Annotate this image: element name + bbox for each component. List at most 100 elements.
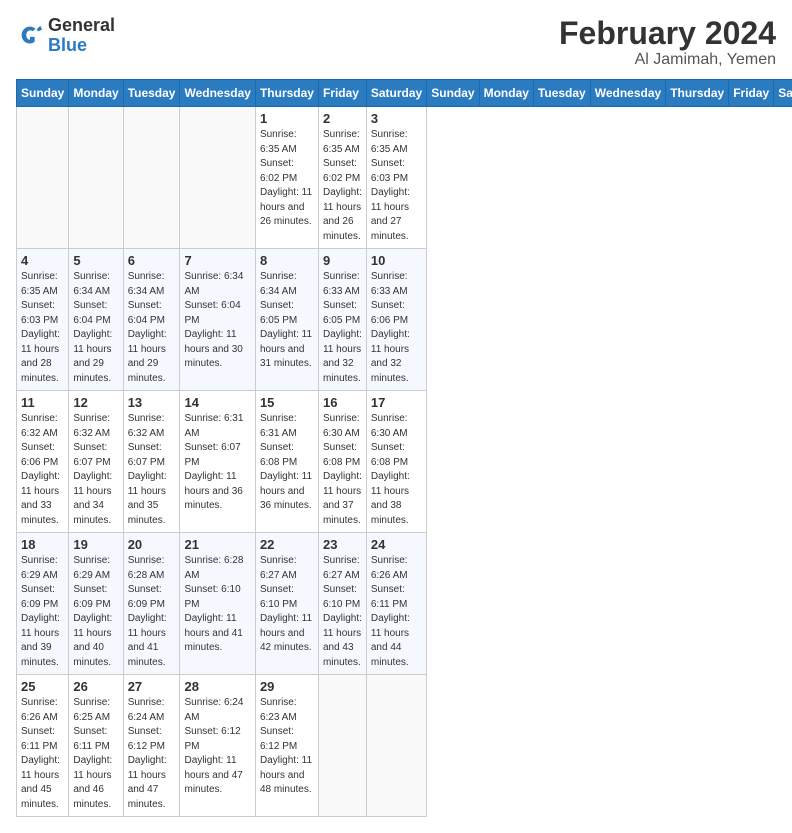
calendar-day-cell: 22Sunrise: 6:27 AM Sunset: 6:10 PM Dayli… [255, 533, 318, 675]
day-number: 29 [260, 679, 314, 694]
day-number: 5 [73, 253, 118, 268]
day-number: 2 [323, 111, 362, 126]
day-number: 17 [371, 395, 422, 410]
day-number: 9 [323, 253, 362, 268]
calendar-day-header: Wednesday [180, 80, 255, 107]
day-info: Sunrise: 6:34 AM Sunset: 6:05 PM Dayligh… [260, 270, 314, 372]
day-info: Sunrise: 6:35 AM Sunset: 6:03 PM Dayligh… [21, 270, 64, 386]
calendar-day-cell: 15 Sunrise: 6:31 AM Sunset: 6:08 PM Dayli… [255, 391, 318, 533]
calendar-day-header: Tuesday [123, 80, 180, 107]
calendar-day-header: Monday [69, 80, 123, 107]
day-number: 18 [21, 537, 64, 552]
calendar-day-header: Saturday [366, 80, 426, 107]
logo: General Blue [16, 16, 115, 56]
calendar-day-cell: 19Sunrise: 6:29 AM Sunset: 6:09 PM Dayli… [69, 533, 123, 675]
day-number: 23 [323, 537, 362, 552]
day-number: 6 [128, 253, 176, 268]
calendar-week-row: 18 Sunrise: 6:29 AM Sunset: 6:09 PM Dayli… [17, 533, 792, 675]
calendar-header-row: SundayMondayTuesdayWednesdayThursdayFrid… [17, 80, 792, 107]
day-info: Sunrise: 6:31 AM Sunset: 6:07 PM Dayligh… [184, 412, 250, 514]
day-number: 14 [184, 395, 250, 410]
day-info: Sunrise: 6:35 AM Sunset: 6:02 PM Dayligh… [323, 128, 362, 244]
calendar-day-cell: 4 Sunrise: 6:35 AM Sunset: 6:03 PM Daylig… [17, 249, 69, 391]
day-info: Sunrise: 6:32 AM Sunset: 6:06 PM Dayligh… [21, 412, 64, 528]
calendar-week-row: 25Sunrise: 6:26 AM Sunset: 6:11 PM Dayli… [17, 675, 792, 817]
calendar-day-cell: 16 Sunrise: 6:30 AM Sunset: 6:08 PM Dayli… [318, 391, 366, 533]
calendar-day-header: Thursday [666, 80, 729, 107]
day-info: Sunrise: 6:32 AM Sunset: 6:07 PM Dayligh… [128, 412, 176, 528]
calendar-day-cell [318, 675, 366, 817]
day-info: Sunrise: 6:30 AM Sunset: 6:08 PM Dayligh… [371, 412, 422, 528]
calendar-day-header: Friday [318, 80, 366, 107]
day-number: 3 [371, 111, 422, 126]
calendar-day-cell [366, 675, 426, 817]
calendar-day-cell: 27 Sunrise: 6:24 AM Sunset: 6:12 PM Dayli… [123, 675, 180, 817]
day-number: 25 [21, 679, 64, 694]
calendar-day-cell: 23 Sunrise: 6:27 AM Sunset: 6:10 PM Dayli… [318, 533, 366, 675]
day-number: 20 [128, 537, 176, 552]
day-info: Sunrise: 6:35 AM Sunset: 6:02 PM Dayligh… [260, 128, 314, 230]
day-number: 24 [371, 537, 422, 552]
page-header: General Blue February 2024 Al Jamimah, Y… [16, 16, 776, 69]
calendar-day-header: Wednesday [590, 80, 665, 107]
day-number: 13 [128, 395, 176, 410]
calendar-week-row: 11Sunrise: 6:32 AM Sunset: 6:06 PM Dayli… [17, 391, 792, 533]
calendar-day-cell: 5 Sunrise: 6:34 AM Sunset: 6:04 PM Daylig… [69, 249, 123, 391]
day-info: Sunrise: 6:27 AM Sunset: 6:10 PM Dayligh… [323, 554, 362, 670]
calendar-week-row: 1 Sunrise: 6:35 AM Sunset: 6:02 PM Daylig… [17, 107, 792, 249]
title-block: February 2024 Al Jamimah, Yemen [559, 16, 776, 69]
day-info: Sunrise: 6:30 AM Sunset: 6:08 PM Dayligh… [323, 412, 362, 528]
day-info: Sunrise: 6:34 AM Sunset: 6:04 PM Dayligh… [184, 270, 250, 372]
calendar-day-cell: 17 Sunrise: 6:30 AM Sunset: 6:08 PM Dayli… [366, 391, 426, 533]
day-info: Sunrise: 6:31 AM Sunset: 6:08 PM Dayligh… [260, 412, 314, 514]
day-info: Sunrise: 6:34 AM Sunset: 6:04 PM Dayligh… [73, 270, 118, 386]
calendar-day-cell: 18 Sunrise: 6:29 AM Sunset: 6:09 PM Dayli… [17, 533, 69, 675]
day-number: 15 [260, 395, 314, 410]
day-number: 16 [323, 395, 362, 410]
day-info: Sunrise: 6:33 AM Sunset: 6:05 PM Dayligh… [323, 270, 362, 386]
calendar-day-cell: 6 Sunrise: 6:34 AM Sunset: 6:04 PM Daylig… [123, 249, 180, 391]
day-info: Sunrise: 6:35 AM Sunset: 6:03 PM Dayligh… [371, 128, 422, 244]
day-info: Sunrise: 6:24 AM Sunset: 6:12 PM Dayligh… [184, 696, 250, 798]
calendar-day-cell: 13 Sunrise: 6:32 AM Sunset: 6:07 PM Dayli… [123, 391, 180, 533]
day-number: 1 [260, 111, 314, 126]
calendar-day-cell: 8 Sunrise: 6:34 AM Sunset: 6:05 PM Daylig… [255, 249, 318, 391]
day-info: Sunrise: 6:28 AM Sunset: 6:10 PM Dayligh… [184, 554, 250, 656]
calendar-day-cell: 25Sunrise: 6:26 AM Sunset: 6:11 PM Dayli… [17, 675, 69, 817]
day-info: Sunrise: 6:24 AM Sunset: 6:12 PM Dayligh… [128, 696, 176, 812]
calendar-day-cell: 10 Sunrise: 6:33 AM Sunset: 6:06 PM Dayli… [366, 249, 426, 391]
day-info: Sunrise: 6:33 AM Sunset: 6:06 PM Dayligh… [371, 270, 422, 386]
day-number: 27 [128, 679, 176, 694]
calendar-day-cell: 9 Sunrise: 6:33 AM Sunset: 6:05 PM Daylig… [318, 249, 366, 391]
day-info: Sunrise: 6:32 AM Sunset: 6:07 PM Dayligh… [73, 412, 118, 528]
day-number: 26 [73, 679, 118, 694]
day-info: Sunrise: 6:27 AM Sunset: 6:10 PM Dayligh… [260, 554, 314, 656]
day-info: Sunrise: 6:28 AM Sunset: 6:09 PM Dayligh… [128, 554, 176, 670]
day-number: 8 [260, 253, 314, 268]
calendar-day-cell: 7Sunrise: 6:34 AM Sunset: 6:04 PM Daylig… [180, 249, 255, 391]
calendar-day-cell: 11Sunrise: 6:32 AM Sunset: 6:06 PM Dayli… [17, 391, 69, 533]
calendar-day-cell: 28Sunrise: 6:24 AM Sunset: 6:12 PM Dayli… [180, 675, 255, 817]
calendar-day-cell [69, 107, 123, 249]
day-number: 19 [73, 537, 118, 552]
day-number: 4 [21, 253, 64, 268]
day-info: Sunrise: 6:29 AM Sunset: 6:09 PM Dayligh… [21, 554, 64, 670]
logo-blue-text: Blue [48, 35, 87, 55]
calendar-day-header: Tuesday [533, 80, 590, 107]
calendar-week-row: 4 Sunrise: 6:35 AM Sunset: 6:03 PM Daylig… [17, 249, 792, 391]
location-title: Al Jamimah, Yemen [559, 51, 776, 69]
day-info: Sunrise: 6:23 AM Sunset: 6:12 PM Dayligh… [260, 696, 314, 798]
day-number: 12 [73, 395, 118, 410]
day-info: Sunrise: 6:34 AM Sunset: 6:04 PM Dayligh… [128, 270, 176, 386]
calendar-day-cell [17, 107, 69, 249]
day-info: Sunrise: 6:26 AM Sunset: 6:11 PM Dayligh… [371, 554, 422, 670]
calendar-day-header: Monday [479, 80, 533, 107]
calendar-day-cell: 2 Sunrise: 6:35 AM Sunset: 6:02 PM Daylig… [318, 107, 366, 249]
day-number: 10 [371, 253, 422, 268]
logo-icon [16, 22, 44, 50]
calendar-day-header: Thursday [255, 80, 318, 107]
calendar-day-cell: 14 Sunrise: 6:31 AM Sunset: 6:07 PM Dayli… [180, 391, 255, 533]
calendar-day-cell: 21Sunrise: 6:28 AM Sunset: 6:10 PM Dayli… [180, 533, 255, 675]
day-info: Sunrise: 6:25 AM Sunset: 6:11 PM Dayligh… [73, 696, 118, 812]
month-title: February 2024 [559, 16, 776, 51]
